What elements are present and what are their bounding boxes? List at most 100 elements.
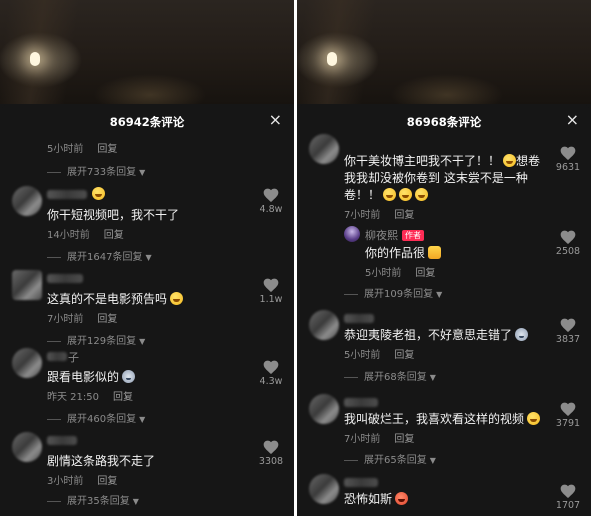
username-blurred[interactable]	[344, 398, 378, 407]
avatar[interactable]	[12, 348, 42, 378]
divider-line	[344, 376, 358, 378]
author-name[interactable]: 柳夜熙 作者	[365, 227, 424, 243]
expand-replies-button[interactable]: 展开68条回复 ▼	[344, 368, 436, 383]
like-button[interactable]: 3308	[256, 440, 286, 467]
like-button[interactable]: 1707	[553, 484, 583, 511]
comment-meta: 5小时前 回复	[47, 140, 117, 155]
reply-button[interactable]: 回复	[97, 476, 117, 487]
grin-emoji-icon	[415, 188, 429, 201]
comment-text: 跟看电影似的	[47, 368, 136, 385]
comment-text-content: 你的作品很	[365, 246, 426, 260]
username-blurred[interactable]	[344, 314, 374, 323]
chevron-down-icon: ▼	[139, 337, 146, 346]
author-name-text: 柳夜熙	[365, 229, 398, 242]
comment-text: 这真的不是电影预告吗	[47, 290, 184, 307]
comment-sheet: 86942条评论 × 5小时前 回复 展开733条回复 ▼ 你干短视频吧，我不干了 …	[0, 104, 294, 516]
video-background[interactable]	[0, 0, 294, 104]
comment-text: 恭迎夷陵老祖，不好意思走错了	[344, 326, 529, 343]
lamp-light	[30, 52, 40, 66]
reply-button[interactable]: 回复	[415, 268, 435, 279]
comment-meta: 7小时前 回复	[47, 310, 117, 325]
expand-replies-button[interactable]: 展开129条回复 ▼	[47, 332, 145, 347]
username-blurred[interactable]	[47, 274, 83, 283]
light-beam	[0, 0, 80, 104]
comment-sheet: 86968条评论 × 你干美妆博主吧我不干了！！ 想卷 我我却没被你卷到 这末尝不…	[297, 104, 591, 516]
divider-line	[47, 500, 61, 502]
expand-replies-button[interactable]: 展开65条回复 ▼	[344, 451, 436, 466]
like-button[interactable]: 4.3w	[256, 360, 286, 387]
username-blurred[interactable]	[47, 190, 87, 199]
comment-time: 昨天 21:50	[47, 392, 99, 403]
comment-meta: 昨天 21:50 回复	[47, 388, 133, 403]
username-blurred[interactable]	[47, 352, 67, 361]
reply-button[interactable]: 回复	[104, 230, 124, 241]
avatar[interactable]	[309, 394, 339, 424]
comment-meta: 14小时前 回复	[47, 226, 124, 241]
reply-button[interactable]: 回复	[394, 210, 414, 221]
comment-panel-left: 86942条评论 × 5小时前 回复 展开733条回复 ▼ 你干短视频吧，我不干了 …	[0, 0, 294, 516]
avatar[interactable]	[309, 474, 339, 504]
comment-time: 7小时前	[47, 314, 84, 325]
expand-replies-button[interactable]: 展开35条回复 ▼	[47, 492, 139, 507]
reply-button[interactable]: 回复	[97, 314, 117, 325]
username-suffix[interactable]: 子	[68, 349, 79, 365]
heart-icon	[560, 484, 576, 498]
comment-meta: 7小时前 回复	[344, 206, 414, 221]
username-blurred[interactable]	[344, 478, 378, 487]
avatar[interactable]	[12, 186, 42, 216]
chevron-down-icon: ▼	[132, 497, 139, 506]
divider-line	[47, 418, 61, 420]
expand-replies-button[interactable]: 展开109条回复 ▼	[344, 285, 442, 300]
reply-button[interactable]: 回复	[394, 434, 414, 445]
like-button[interactable]: 3837	[553, 318, 583, 345]
divider-line	[47, 256, 61, 258]
comment-count-title: 86942条评论	[109, 115, 185, 129]
like-button[interactable]: 3791	[553, 402, 583, 429]
chevron-down-icon: ▼	[145, 253, 152, 262]
close-icon[interactable]: ×	[269, 111, 282, 129]
username-blurred[interactable]	[47, 436, 77, 445]
expand-label: 展开733条回复	[67, 167, 137, 178]
comment-meta: 5小时前 回复	[365, 264, 435, 279]
cat-emoji-icon	[122, 370, 136, 383]
close-icon[interactable]: ×	[566, 111, 579, 129]
divider-line	[47, 171, 61, 173]
shocked-emoji-icon	[170, 292, 184, 305]
heart-icon	[560, 402, 576, 416]
like-count: 3308	[258, 456, 284, 467]
grin-emoji-icon	[383, 188, 397, 201]
chevron-down-icon: ▼	[429, 456, 436, 465]
expand-replies-button[interactable]: 展开1647条回复 ▼	[47, 248, 152, 263]
like-count: 1707	[555, 500, 581, 511]
reply-button[interactable]: 回复	[97, 144, 117, 155]
avatar[interactable]	[309, 310, 339, 340]
chevron-down-icon: ▼	[436, 290, 443, 299]
like-button[interactable]: 1.1w	[256, 278, 286, 305]
reply-button[interactable]: 回复	[113, 392, 133, 403]
like-count: 4.8w	[259, 204, 283, 215]
comment-text-line1: 你干美妆博主吧我不干了！！ 想卷	[344, 152, 540, 169]
like-count: 3837	[555, 334, 581, 345]
comment-text-content: 你干美妆博主吧我不干了！！	[344, 154, 501, 168]
comment-text-content: 卷！！	[344, 188, 381, 202]
like-count: 9631	[555, 162, 581, 173]
comment-meta: 7小时前 回复	[344, 430, 414, 445]
author-avatar[interactable]	[344, 226, 360, 242]
heart-icon	[263, 360, 279, 374]
like-button[interactable]: 4.8w	[256, 188, 286, 215]
avatar[interactable]	[12, 270, 42, 300]
expand-replies-button[interactable]: 展开460条回复 ▼	[47, 410, 145, 425]
avatar[interactable]	[12, 432, 42, 462]
comment-text: 剧情这条路我不走了	[47, 454, 156, 468]
reply-button[interactable]: 回复	[394, 350, 414, 361]
video-background[interactable]	[297, 0, 591, 104]
expand-replies-button[interactable]: 展开733条回复 ▼	[47, 163, 145, 178]
avatar[interactable]	[309, 134, 339, 164]
comment-meta: 3小时前 回复	[47, 472, 117, 487]
like-button[interactable]: 2508	[553, 230, 583, 257]
comment-text: 你干短视频吧，我不干了	[47, 208, 180, 222]
comment-text-content: 我叫破烂王，我喜欢看这样的视频	[344, 412, 525, 426]
like-count: 4.3w	[259, 376, 283, 387]
heart-icon	[560, 230, 576, 244]
like-button[interactable]: 9631	[553, 146, 583, 173]
